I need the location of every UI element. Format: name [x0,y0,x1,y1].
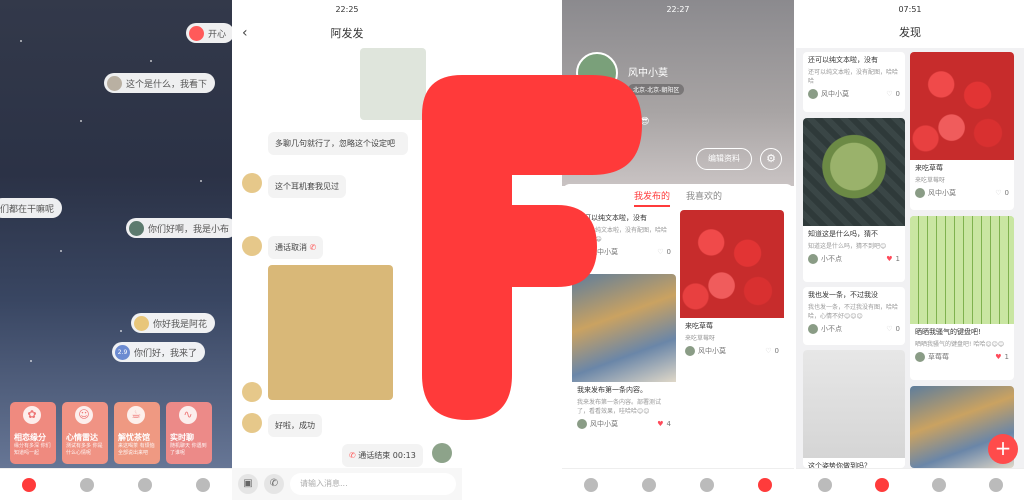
card-mood-radar[interactable]: ☺ 心情雷达 测试有多多 你是什么心情呢 [62,402,108,464]
status-bar: 07:51 [796,0,1024,18]
bubble-happy[interactable]: 开心 [186,23,232,43]
card-live-chat[interactable]: ∿ 实时聊 随机聊天 你遇到了谁呢 [166,402,212,464]
avatar [915,352,925,362]
avatar[interactable] [242,236,262,256]
avatar [685,346,695,356]
home-tab-icon[interactable] [22,477,36,492]
post-card[interactable]: 我也发一条，不过我没 我也发一条，不过我没有图，哈哈哈，心情不好😊😊😊 小不点 ♡… [803,287,905,345]
avatar [129,220,144,236]
smile-icon: ☺ [75,406,93,424]
post-image-pose [803,350,905,458]
avatar [808,89,818,99]
heart-icon[interactable]: ♡ [886,90,892,98]
home-tab-icon[interactable] [584,477,598,492]
tab-liked[interactable]: 我喜欢的 [686,189,722,202]
received-image-doge[interactable] [268,265,393,400]
discover-tab-icon[interactable] [700,477,714,492]
heart-icon[interactable]: ♡ [886,325,892,333]
avatar [189,25,204,41]
call-ended-message: ✆ 通话结束 00:13 [342,444,423,467]
bottom-tabbar [796,468,1024,500]
bottom-tabbar [562,468,794,500]
post-image-strawberries [680,210,784,318]
back-arrow-icon[interactable]: ‹ [242,25,248,41]
profile-tab-icon[interactable] [196,477,210,492]
avatar [134,315,149,331]
post-card[interactable]: 知道这是什么吗，猜不 知道这是什么吗，猜不到吧😊 小不点 ♥ 1 [803,118,905,282]
heart-icon[interactable]: ♥ [886,255,892,263]
post-image-plush [803,118,905,226]
phone-icon[interactable]: ✆ [264,474,284,494]
avatar[interactable] [432,443,452,463]
panel-starry-chat: 开心 这个是什么，我看下 们都在干嘛呢 你们好啊，我是小布 你好我是阿花 2.9… [0,0,232,500]
avatar [577,419,587,429]
compass-tab-icon[interactable] [642,477,656,492]
heart-icon[interactable]: ♥ [995,353,1001,361]
avatar [808,254,818,264]
post-card[interactable]: 还可以纯文本啦，没有 还可以纯文本啦，没有配图，哈哈哈 风中小莫 ♡ 0 [803,52,905,112]
avatar[interactable] [242,173,262,193]
add-post-button[interactable]: + [988,434,1018,464]
bottom-tabbar [0,468,232,500]
bubble-ahua[interactable]: 你好我是阿花 [131,313,216,333]
card-love-fate[interactable]: ✿ 相恋缘分 缘分有多深 你们知道吗一起 [10,402,56,464]
discover-tab-icon[interactable] [138,477,152,492]
level-badge: 2.9 [115,344,130,360]
avatar [915,188,925,198]
profile-tab-icon[interactable] [758,477,772,492]
tea-cup-icon: ☕ [127,406,145,424]
home-tab-icon[interactable] [817,477,832,492]
bubble-what[interactable]: 这个是什么，我看下 [104,73,216,93]
post-image-strawberries [910,52,1014,160]
compass-tab-icon[interactable] [80,477,94,492]
message-bubble: 这个耳机套我见过 [268,175,346,198]
image-icon[interactable]: ▣ [238,474,258,494]
discover-tab-icon[interactable] [931,477,946,492]
status-bar: 22:27 [666,4,690,14]
message-input[interactable]: 请输入消息... [290,473,456,495]
avatar[interactable] [242,413,262,433]
chat-title: 阿发发 [330,27,364,40]
app-logo-icon [422,75,642,420]
bubble-i-am-here[interactable]: 2.9 你们好，我来了 [112,342,206,362]
avatar [107,75,122,91]
status-bar: 22:25 [335,4,359,14]
post-card[interactable]: 晒晒我骚气的键盘吧! 晒晒我骚气的键盘吧! 哈哈😊😊😊 草莓莓 ♥ 1 [910,216,1014,380]
phone-icon: ✆ [309,243,317,252]
page-title: 发现 [796,18,1024,48]
post-card[interactable]: 来吃草莓 来吃草莓呀 风中小莫 ♡ 0 [910,52,1014,210]
bubble-what-doing[interactable]: 们都在干嘛呢 [0,198,63,218]
profile-tab-icon[interactable] [988,477,1003,492]
pulse-icon: ∿ [179,406,197,424]
heart-icon[interactable]: ♡ [657,248,663,256]
gear-icon[interactable]: ⚙ [760,148,782,170]
panel-discover: 07:51 发现 还可以纯文本啦，没有 还可以纯文本啦，没有配图，哈哈哈 风中小… [796,0,1024,500]
card-tea-house[interactable]: ☕ 解忧茶馆 来这喝茶 有烦恼全部说出来吧 [114,402,160,464]
edit-profile-button[interactable]: 编辑资料 [696,148,752,170]
heart-icon[interactable]: ♡ [995,189,1001,197]
chat-header: ‹ 阿发发 [232,18,462,48]
fan-icon: ✿ [23,406,41,424]
post-image-keyboard [910,216,1014,324]
heart-icon[interactable]: ♡ [765,347,771,355]
post-card[interactable]: 这个姿势你做到吗？ [803,350,905,468]
heart-icon[interactable]: ♥ [657,420,663,428]
compass-tab-icon[interactable] [874,477,889,492]
message-input-bar: ▣ ✆ 请输入消息... [232,468,462,500]
post-card[interactable]: 来吃草莓 来吃草莓呀 风中小莫 ♡ 0 [680,210,784,366]
message-bubble: 好啦，成功 [268,414,322,437]
phone-icon: ✆ [349,451,356,460]
avatar[interactable] [242,382,262,402]
call-cancelled-message: 通话取消 ✆ [268,236,324,259]
avatar [808,324,818,334]
bubble-hello-xiaobu[interactable]: 你们好啊，我是小布 [126,218,232,238]
